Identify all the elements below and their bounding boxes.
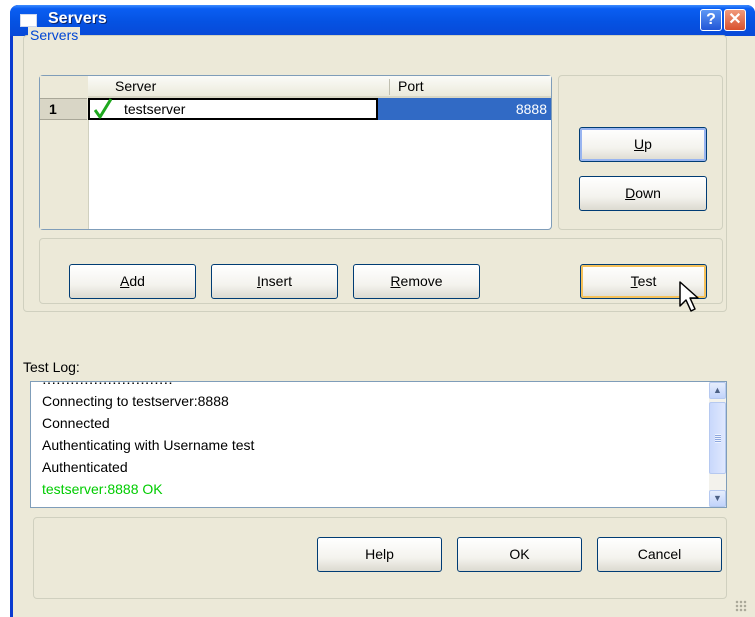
log-scrollbar[interactable]: ▲ ▼: [709, 382, 726, 507]
scroll-down-arrow-icon[interactable]: ▼: [709, 490, 726, 507]
help-button[interactable]: Help: [317, 537, 442, 572]
column-header-port[interactable]: Port: [398, 78, 424, 94]
insert-label-rest: nsert: [260, 273, 292, 289]
table-header: Server Port: [88, 76, 551, 98]
add-button[interactable]: Add: [69, 264, 196, 299]
test-log-textbox[interactable]: ‥‥‥‥‥‥‥‥‥‥‥‥‥‥ Connecting to testserver:…: [30, 381, 727, 508]
down-label-key: D: [625, 185, 636, 201]
servers-table[interactable]: Server Port 1 testserver 8888: [39, 75, 552, 230]
table-cell-port[interactable]: 8888: [378, 98, 551, 120]
resize-grip-icon[interactable]: [735, 600, 747, 612]
up-label-rest: p: [644, 136, 652, 152]
checkmark-icon: [94, 98, 112, 119]
remove-label-rest: emove: [400, 273, 443, 289]
window-icon: [20, 14, 37, 27]
ok-button[interactable]: OK: [457, 537, 582, 572]
test-label-rest: est: [637, 273, 657, 289]
add-label-key: A: [120, 273, 130, 289]
scrollbar-grip-icon: [715, 434, 721, 443]
scroll-up-arrow-icon[interactable]: ▲: [709, 382, 726, 399]
test-label-key: T: [630, 273, 638, 289]
down-button[interactable]: Down: [579, 176, 707, 211]
remove-label-key: R: [390, 273, 401, 289]
column-header-server[interactable]: Server: [115, 78, 156, 94]
log-line: Authenticated: [42, 459, 128, 475]
log-line-partial: ‥‥‥‥‥‥‥‥‥‥‥‥‥‥: [42, 382, 173, 388]
add-label-rest: dd: [129, 273, 145, 289]
test-log-label: Test Log:: [23, 359, 80, 375]
up-label-key: U: [634, 136, 645, 152]
server-name: testserver: [124, 101, 186, 117]
remove-button[interactable]: Remove: [353, 264, 480, 299]
row-number[interactable]: 1: [40, 98, 87, 120]
close-icon[interactable]: ✕: [724, 9, 746, 31]
column-divider[interactable]: [389, 79, 390, 95]
mouse-cursor-icon: [679, 281, 699, 312]
log-line: Connected: [42, 415, 110, 431]
table-cell-server[interactable]: testserver: [88, 98, 378, 120]
help-title-button[interactable]: ?: [700, 9, 722, 31]
down-label-rest: own: [635, 185, 661, 201]
log-line-success: testserver:8888 OK: [42, 481, 163, 497]
window-title: Servers: [48, 10, 107, 27]
insert-button[interactable]: Insert: [211, 264, 338, 299]
title-bar[interactable]: Servers ? ✕: [10, 5, 755, 36]
cancel-button[interactable]: Cancel: [597, 537, 722, 572]
log-line: Connecting to testserver:8888: [42, 393, 229, 409]
log-line: Authenticating with Username test: [42, 437, 255, 453]
servers-group-label: Servers: [28, 27, 81, 43]
scrollbar-thumb[interactable]: [709, 402, 726, 474]
up-button[interactable]: Up: [579, 127, 707, 162]
